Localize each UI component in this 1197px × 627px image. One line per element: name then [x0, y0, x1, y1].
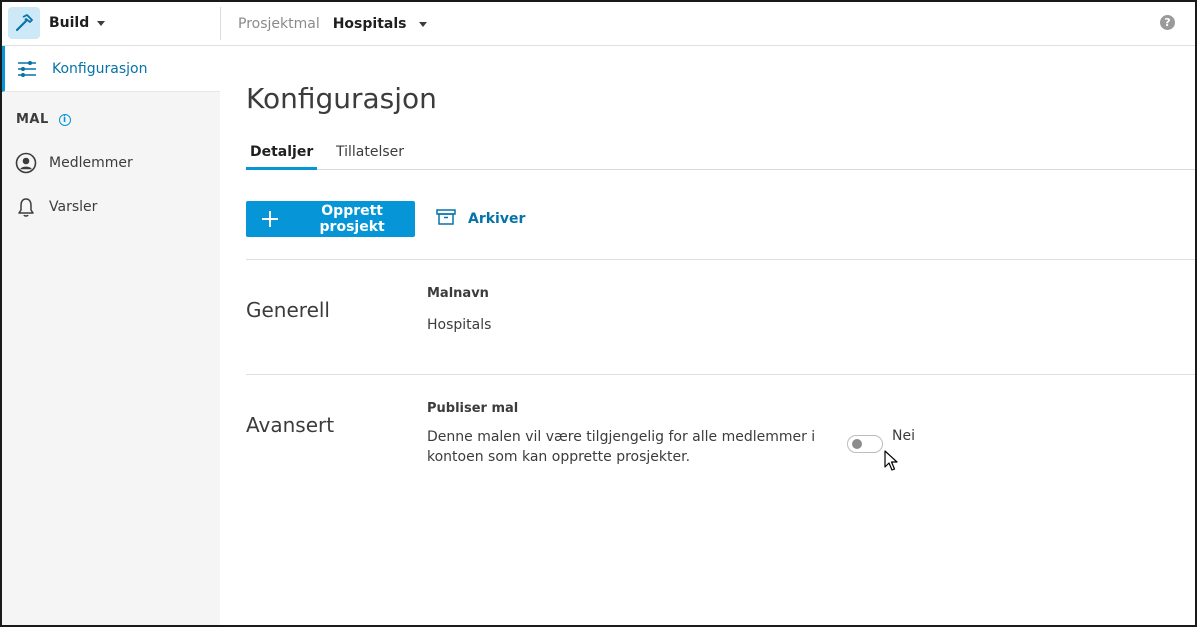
- breadcrumb: Prosjektmal Hospitals: [238, 2, 428, 46]
- archive-icon: [436, 208, 456, 230]
- publish-toggle-value: Nei: [892, 428, 915, 444]
- sidebar-item-varsler[interactable]: Varsler: [2, 187, 220, 227]
- sidebar-item-label: Konfigurasjon: [52, 60, 148, 77]
- sidebar-item-label: Varsler: [49, 199, 98, 215]
- tab-bar: Detaljer Tillatelser: [246, 140, 1195, 170]
- create-project-button[interactable]: Opprett prosjekt: [246, 201, 415, 237]
- bell-icon: [15, 196, 37, 218]
- page-title: Konfigurasjon: [246, 82, 437, 115]
- divider: [220, 7, 221, 40]
- publish-template-label: Publiser mal: [427, 401, 519, 416]
- section-heading-generell: Generell: [246, 298, 330, 322]
- tab-detaljer[interactable]: Detaljer: [246, 144, 318, 170]
- section-title-text: MAL: [16, 112, 49, 127]
- sidebar-item-medlemmer[interactable]: Medlemmer: [2, 143, 220, 183]
- chevron-down-icon: [97, 20, 106, 26]
- app-frame: Build Prosjektmal Hospitals ? Konfiguras…: [0, 0, 1197, 627]
- sliders-icon: [16, 58, 38, 80]
- sidebar-item-konfigurasjon[interactable]: Konfigurasjon: [2, 46, 220, 92]
- template-name-label: Malnavn: [427, 286, 489, 301]
- app-switcher[interactable]: Build: [8, 6, 220, 40]
- help-icon[interactable]: ?: [1160, 15, 1175, 30]
- plus-icon: [262, 211, 279, 227]
- top-bar: Build Prosjektmal Hospitals ?: [2, 2, 1195, 46]
- app-name: Build: [49, 15, 90, 31]
- publish-template-description: Denne malen vil være tilgjengelig for al…: [427, 429, 816, 465]
- archive-label: Arkiver: [468, 211, 526, 227]
- project-selector[interactable]: Hospitals: [333, 16, 407, 32]
- toggle-knob: [852, 439, 862, 449]
- hammer-icon: [8, 7, 40, 39]
- sidebar-item-label: Medlemmer: [49, 155, 133, 171]
- breadcrumb-label: Prosjektmal: [238, 16, 320, 32]
- user-circle-icon: [15, 152, 37, 174]
- section-divider: [246, 259, 1195, 260]
- mouse-cursor-icon: [884, 450, 898, 476]
- create-project-label: Opprett prosjekt: [319, 203, 385, 235]
- section-heading-avansert: Avansert: [246, 413, 335, 437]
- publish-toggle[interactable]: [847, 435, 883, 453]
- tab-tillatelser[interactable]: Tillatelser: [336, 144, 404, 170]
- sidebar: Konfigurasjon MAL i Medlemmer Varsler: [2, 46, 220, 625]
- archive-button[interactable]: Arkiver: [436, 201, 525, 237]
- info-icon[interactable]: i: [58, 113, 71, 126]
- template-name-value: Hospitals: [427, 317, 492, 333]
- chevron-down-icon[interactable]: [419, 21, 428, 27]
- section-divider: [246, 374, 1195, 375]
- sidebar-section-title: MAL i: [16, 112, 71, 127]
